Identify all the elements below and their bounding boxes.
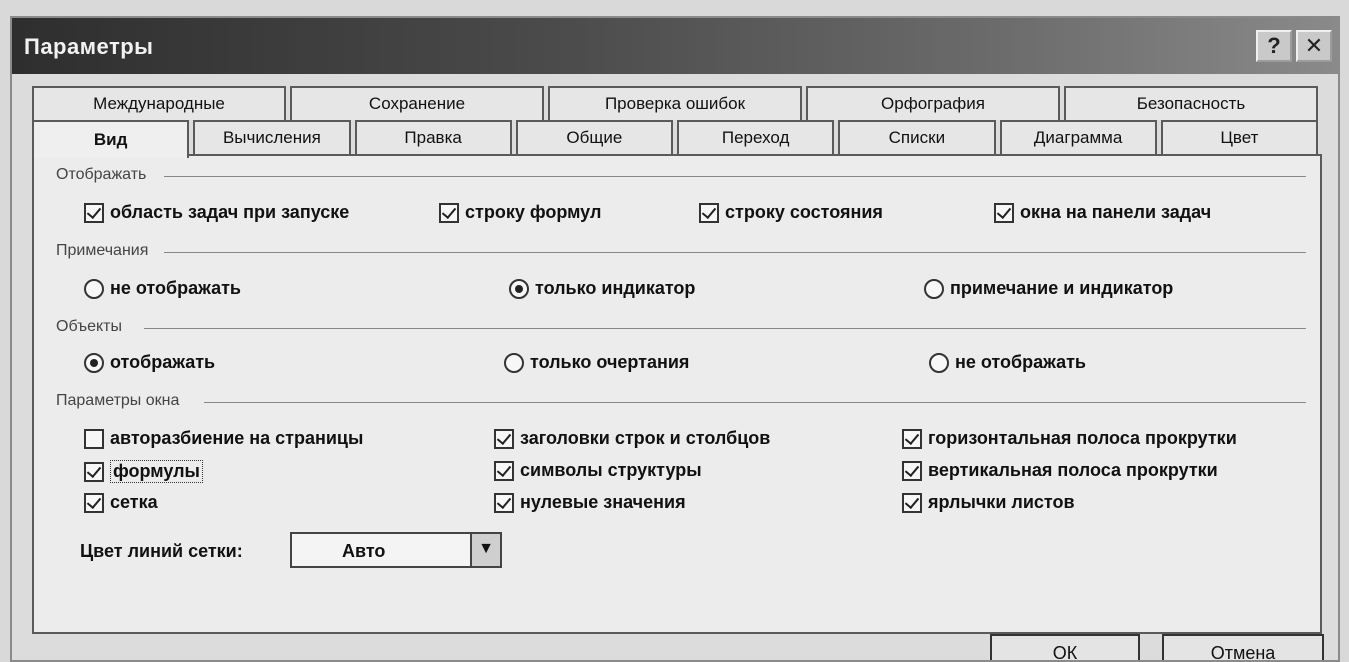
checkbox-label: строку состояния: [725, 202, 883, 222]
section-divider: [144, 328, 1306, 329]
checkbox-box[interactable]: [84, 461, 104, 482]
radio-button[interactable]: [84, 352, 104, 373]
checkbox-box[interactable]: [494, 428, 514, 449]
checkbox-zero-values[interactable]: нулевые значения: [494, 492, 686, 513]
close-button[interactable]: ✕: [1296, 30, 1332, 62]
radio-notes-none[interactable]: не отображать: [84, 278, 241, 299]
tab-row-back: Международные Сохранение Проверка ошибок…: [32, 86, 1322, 120]
checkbox-label: область задач при запуске: [110, 202, 350, 222]
checkbox-gridlines[interactable]: сетка: [84, 492, 158, 513]
checkbox-auto-page-breaks[interactable]: авторазбиение на страницы: [84, 428, 363, 449]
radio-label: не отображать: [110, 278, 242, 298]
tab-error-checking[interactable]: Проверка ошибок: [548, 86, 802, 120]
checkbox-windows-taskbar[interactable]: окна на панели задач: [994, 202, 1211, 223]
dialog-title: Параметры: [24, 34, 154, 59]
gridline-color-value: Авто: [342, 541, 386, 561]
checkbox-task-pane[interactable]: область задач при запуске: [84, 202, 349, 223]
checkbox-label: сетка: [110, 492, 158, 512]
checkbox-label: авторазбиение на страницы: [110, 428, 364, 448]
checkbox-box[interactable]: [494, 460, 514, 481]
checkbox-box[interactable]: [84, 492, 104, 513]
ok-button[interactable]: ОК: [990, 634, 1140, 660]
checkbox-label: окна на панели задач: [1020, 202, 1212, 222]
section-notes-label: Примечания: [56, 242, 149, 259]
tab-international[interactable]: Международные: [32, 86, 286, 120]
radio-notes-indicator-only[interactable]: только индикатор: [509, 278, 695, 299]
checkbox-status-bar[interactable]: строку состояния: [699, 202, 883, 223]
checkbox-box[interactable]: [84, 202, 104, 223]
title-bar: Параметры ? ✕: [12, 18, 1338, 74]
checkbox-box[interactable]: [494, 492, 514, 513]
tab-panel-view: Отображать область задач при запуске стр…: [32, 154, 1322, 634]
checkbox-box[interactable]: [994, 202, 1014, 223]
checkbox-outline-symbols[interactable]: символы структуры: [494, 460, 702, 481]
checkbox-label: символы структуры: [520, 460, 702, 480]
help-button[interactable]: ?: [1256, 30, 1292, 62]
radio-button[interactable]: [84, 278, 104, 299]
checkbox-box[interactable]: [84, 428, 104, 449]
tab-row-front: Вид Вычисления Правка Общие Переход Спис…: [32, 120, 1322, 158]
tab-edit[interactable]: Правка: [354, 120, 512, 154]
tab-view[interactable]: Вид: [32, 120, 190, 158]
section-window-params-label: Параметры окна: [56, 392, 180, 409]
section-divider: [164, 176, 1306, 177]
checkbox-sheet-tabs[interactable]: ярлычки листов: [902, 492, 1075, 513]
checkbox-label: горизонтальная полоса прокрутки: [928, 428, 1237, 448]
checkbox-label: вертикальная полоса прокрутки: [928, 460, 1218, 480]
gridline-color-select[interactable]: Авто ▼: [290, 532, 502, 568]
checkbox-row-col-headers[interactable]: заголовки строк и столбцов: [494, 428, 770, 449]
checkbox-box[interactable]: [439, 202, 459, 223]
checkbox-vertical-scrollbar[interactable]: вертикальная полоса прокрутки: [902, 460, 1218, 481]
tab-custom-lists[interactable]: Списки: [838, 120, 996, 154]
tab-save[interactable]: Сохранение: [290, 86, 544, 120]
tab-calculation[interactable]: Вычисления: [193, 120, 351, 154]
section-divider: [164, 252, 1306, 253]
checkbox-horizontal-scrollbar[interactable]: горизонтальная полоса прокрутки: [902, 428, 1237, 449]
radio-button[interactable]: [504, 352, 524, 373]
checkbox-label: строку формул: [465, 202, 602, 222]
radio-label: не отображать: [955, 352, 1087, 372]
checkbox-label: ярлычки листов: [928, 492, 1075, 512]
tab-color[interactable]: Цвет: [1160, 120, 1318, 154]
radio-button[interactable]: [924, 278, 944, 299]
section-show-label: Отображать: [56, 166, 147, 183]
radio-label: только индикатор: [535, 278, 696, 298]
section-objects-label: Объекты: [56, 318, 122, 335]
checkbox-formula-bar[interactable]: строку формул: [439, 202, 601, 223]
radio-notes-comment-and-indicator[interactable]: примечание и индикатор: [924, 278, 1173, 299]
checkbox-label: формулы: [110, 460, 203, 483]
checkbox-label: заголовки строк и столбцов: [520, 428, 771, 448]
gridline-color-label: Цвет линий сетки:: [80, 541, 243, 561]
radio-button[interactable]: [509, 278, 529, 299]
radio-label: отображать: [110, 352, 216, 372]
radio-button[interactable]: [929, 352, 949, 373]
chevron-down-icon[interactable]: ▼: [470, 534, 500, 566]
cancel-button[interactable]: Отмена: [1162, 634, 1324, 660]
radio-objects-show[interactable]: отображать: [84, 352, 215, 373]
checkbox-box[interactable]: [902, 428, 922, 449]
checkbox-box[interactable]: [902, 460, 922, 481]
tab-spelling[interactable]: Орфография: [806, 86, 1060, 120]
radio-objects-hide[interactable]: не отображать: [929, 352, 1086, 373]
checkbox-label: нулевые значения: [520, 492, 686, 512]
checkbox-formulas[interactable]: формулы: [84, 460, 203, 483]
checkbox-box[interactable]: [699, 202, 719, 223]
tab-chart[interactable]: Диаграмма: [999, 120, 1157, 154]
radio-objects-outlines[interactable]: только очертания: [504, 352, 689, 373]
tab-security[interactable]: Безопасность: [1064, 86, 1318, 120]
options-dialog: Параметры ? ✕ Международные Сохранение П…: [10, 16, 1340, 662]
tab-general[interactable]: Общие: [515, 120, 673, 154]
radio-label: примечание и индикатор: [950, 278, 1174, 298]
section-divider: [204, 402, 1306, 403]
radio-label: только очертания: [530, 352, 690, 372]
tab-transition[interactable]: Переход: [677, 120, 835, 154]
checkbox-box[interactable]: [902, 492, 922, 513]
